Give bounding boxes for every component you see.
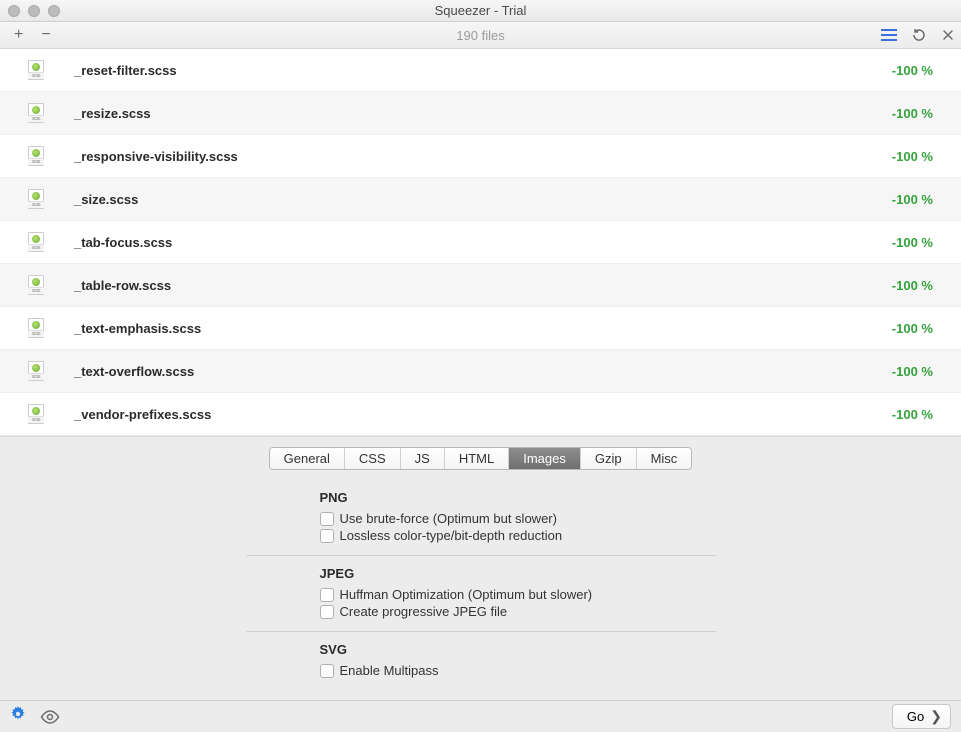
- compression-percent: -100 %: [892, 407, 933, 422]
- chevron-right-icon: ❯: [930, 708, 942, 725]
- toolbar: + − 190 files: [0, 22, 961, 49]
- scss-file-icon: [28, 361, 44, 381]
- window-titlebar: Squeezer - Trial: [0, 0, 961, 22]
- jpeg-huffman-option[interactable]: Huffman Optimization (Optimum but slower…: [246, 587, 716, 602]
- refresh-icon[interactable]: [911, 27, 927, 43]
- svg-multipass-checkbox[interactable]: [320, 664, 334, 678]
- scss-file-icon: [28, 275, 44, 295]
- tab-images[interactable]: Images: [509, 448, 581, 469]
- file-count-label: 190 files: [0, 28, 961, 43]
- remove-file-button[interactable]: −: [41, 27, 50, 43]
- scss-file-icon: [28, 146, 44, 166]
- scss-file-icon: [28, 404, 44, 424]
- file-name: _size.scss: [74, 192, 138, 207]
- jpeg-progressive-option[interactable]: Create progressive JPEG file: [246, 604, 716, 619]
- scss-file-icon: [28, 103, 44, 123]
- traffic-lights: [8, 5, 60, 17]
- close-panel-icon[interactable]: [941, 28, 955, 42]
- compression-percent: -100 %: [892, 321, 933, 336]
- svg-section-title: SVG: [246, 642, 716, 657]
- file-row[interactable]: _reset-filter.scss -100 %: [0, 49, 961, 92]
- jpeg-huffman-checkbox[interactable]: [320, 588, 334, 602]
- file-list: _reset-filter.scss -100 % _resize.scss -100…: [0, 49, 961, 436]
- scss-file-icon: [28, 232, 44, 252]
- png-bruteforce-checkbox[interactable]: [320, 512, 334, 526]
- file-name: _table-row.scss: [74, 278, 171, 293]
- minimize-window-button[interactable]: [28, 5, 40, 17]
- png-section: PNG Use brute-force (Optimum but slower)…: [246, 484, 716, 556]
- compression-percent: -100 %: [892, 235, 933, 250]
- tab-css[interactable]: CSS: [345, 448, 401, 469]
- png-lossless-label: Lossless color-type/bit-depth reduction: [340, 528, 563, 543]
- file-name: _responsive-visibility.scss: [74, 149, 238, 164]
- file-row[interactable]: _responsive-visibility.scss -100 %: [0, 135, 961, 178]
- file-name: _tab-focus.scss: [74, 235, 172, 250]
- scss-file-icon: [28, 318, 44, 338]
- settings-panel: GeneralCSSJSHTMLImagesGzipMisc PNG Use b…: [0, 436, 961, 700]
- svg-multipass-label: Enable Multipass: [340, 663, 439, 678]
- jpeg-section: JPEG Huffman Optimization (Optimum but s…: [246, 560, 716, 632]
- svg-section: SVG Enable Multipass: [246, 636, 716, 690]
- tab-html[interactable]: HTML: [445, 448, 509, 469]
- jpeg-progressive-checkbox[interactable]: [320, 605, 334, 619]
- file-name: _vendor-prefixes.scss: [74, 407, 211, 422]
- svg-multipass-option[interactable]: Enable Multipass: [246, 663, 716, 678]
- file-row[interactable]: _text-overflow.scss -100 %: [0, 350, 961, 393]
- compression-percent: -100 %: [892, 278, 933, 293]
- file-row[interactable]: _resize.scss -100 %: [0, 92, 961, 135]
- file-name: _resize.scss: [74, 106, 151, 121]
- go-button-label: Go: [907, 709, 924, 724]
- tab-general[interactable]: General: [270, 448, 345, 469]
- jpeg-huffman-label: Huffman Optimization (Optimum but slower…: [340, 587, 593, 602]
- png-bruteforce-option[interactable]: Use brute-force (Optimum but slower): [246, 511, 716, 526]
- scss-file-icon: [28, 60, 44, 80]
- scss-file-icon: [28, 189, 44, 209]
- add-file-button[interactable]: +: [14, 27, 23, 43]
- tab-js[interactable]: JS: [401, 448, 445, 469]
- jpeg-progressive-label: Create progressive JPEG file: [340, 604, 508, 619]
- jpeg-section-title: JPEG: [246, 566, 716, 581]
- file-row[interactable]: _size.scss -100 %: [0, 178, 961, 221]
- png-lossless-checkbox[interactable]: [320, 529, 334, 543]
- file-row[interactable]: _tab-focus.scss -100 %: [0, 221, 961, 264]
- close-window-button[interactable]: [8, 5, 20, 17]
- file-name: _reset-filter.scss: [74, 63, 177, 78]
- file-row[interactable]: _table-row.scss -100 %: [0, 264, 961, 307]
- compression-percent: -100 %: [892, 149, 933, 164]
- list-view-icon[interactable]: [881, 29, 897, 41]
- settings-gear-icon[interactable]: [10, 706, 26, 727]
- preview-eye-icon[interactable]: [40, 710, 60, 724]
- settings-tabs: GeneralCSSJSHTMLImagesGzipMisc: [0, 447, 961, 470]
- png-lossless-option[interactable]: Lossless color-type/bit-depth reduction: [246, 528, 716, 543]
- png-bruteforce-label: Use brute-force (Optimum but slower): [340, 511, 557, 526]
- compression-percent: -100 %: [892, 106, 933, 121]
- go-button[interactable]: Go ❯: [892, 704, 951, 729]
- file-row[interactable]: _vendor-prefixes.scss -100 %: [0, 393, 961, 436]
- window-title: Squeezer - Trial: [0, 3, 961, 18]
- compression-percent: -100 %: [892, 63, 933, 78]
- file-row[interactable]: _text-emphasis.scss -100 %: [0, 307, 961, 350]
- file-name: _text-overflow.scss: [74, 364, 194, 379]
- tab-misc[interactable]: Misc: [637, 448, 692, 469]
- tab-gzip[interactable]: Gzip: [581, 448, 637, 469]
- zoom-window-button[interactable]: [48, 5, 60, 17]
- compression-percent: -100 %: [892, 364, 933, 379]
- file-name: _text-emphasis.scss: [74, 321, 201, 336]
- png-section-title: PNG: [246, 490, 716, 505]
- bottom-bar: Go ❯: [0, 700, 961, 732]
- compression-percent: -100 %: [892, 192, 933, 207]
